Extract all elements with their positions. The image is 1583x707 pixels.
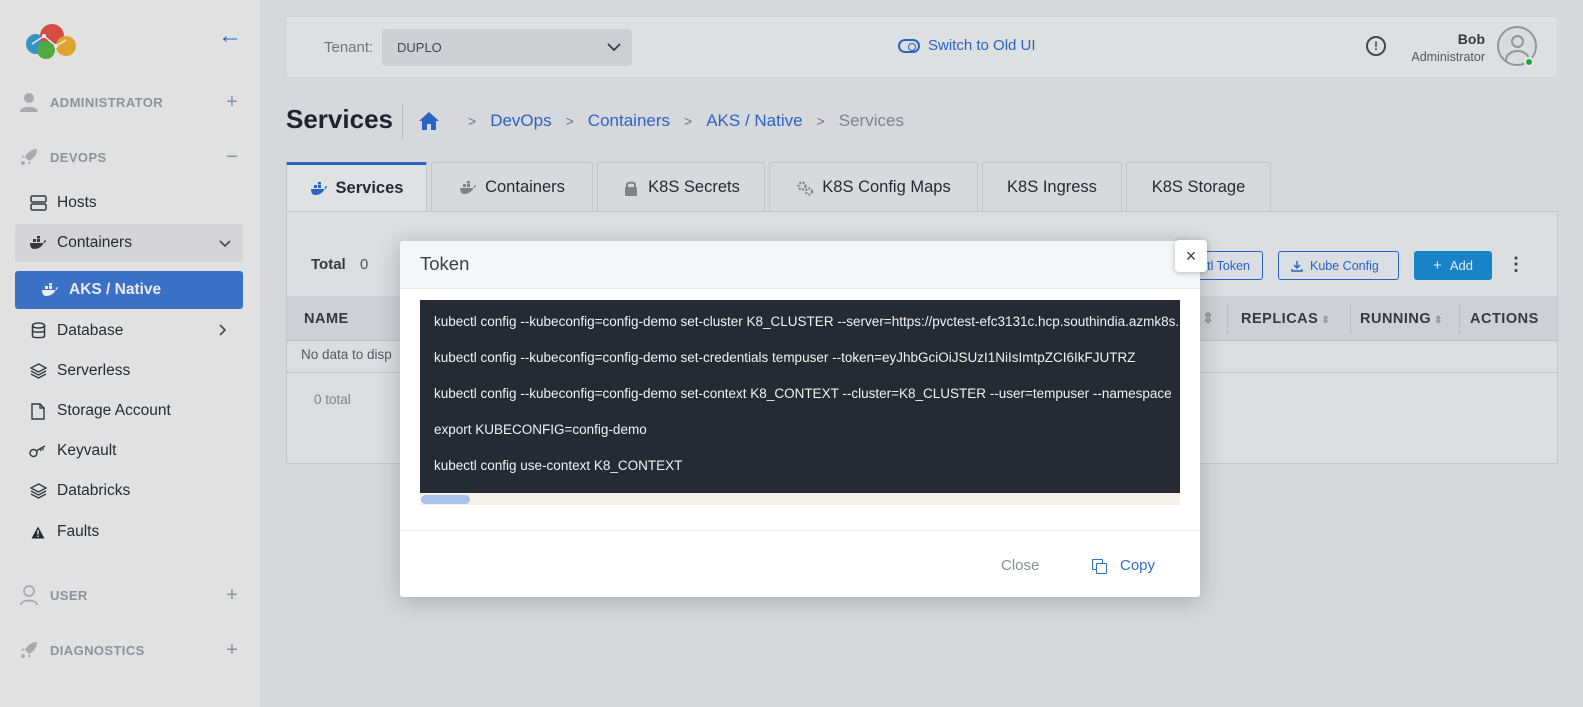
copy-icon [1092, 558, 1107, 574]
token-modal: Token kubectl config --kubeconfig=config… [400, 241, 1200, 597]
close-icon[interactable]: × [1175, 240, 1207, 272]
code-line: kubectl config --kubeconfig=config-demo … [434, 350, 1136, 365]
copy-label: Copy [1120, 557, 1156, 574]
token-code-block[interactable]: kubectl config --kubeconfig=config-demo … [420, 300, 1180, 493]
code-line: export KUBECONFIG=config-demo [434, 422, 647, 437]
copy-button[interactable]: Copy [1092, 557, 1155, 574]
scrollbar-thumb[interactable] [421, 495, 470, 504]
close-button[interactable]: Close [1001, 557, 1039, 574]
horizontal-scrollbar[interactable] [420, 493, 1180, 505]
code-line: kubectl config --kubeconfig=config-demo … [434, 386, 1172, 401]
code-line: kubectl config use-context K8_CONTEXT [434, 458, 683, 473]
modal-title: Token [420, 253, 470, 274]
modal-header: Token [400, 241, 1200, 289]
modal-footer-divider [400, 530, 1200, 531]
code-line: kubectl config --kubeconfig=config-demo … [434, 314, 1180, 329]
